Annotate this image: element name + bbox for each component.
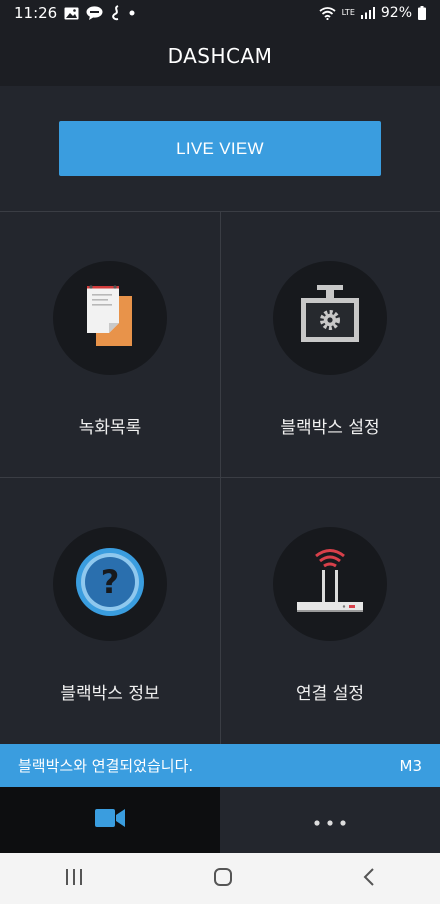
recent-apps-button[interactable]	[65, 868, 83, 889]
connection-toast: 블랙박스와 연결되었습니다. M3	[0, 744, 440, 787]
signal-icon	[360, 7, 375, 19]
menu-item-dashcam-info[interactable]: ? 블랙박스 정보	[0, 478, 220, 744]
menu-item-label: 블랙박스 설정	[280, 418, 380, 438]
device-model: M3	[399, 756, 423, 775]
back-button[interactable]	[363, 867, 375, 890]
toast-message: 블랙박스와 연결되었습니다.	[18, 757, 194, 775]
menu-grid: 녹화목록 블랙박스 설정 ? 블랙박스 정보 연결 설정	[0, 211, 440, 745]
app-notification-icon	[110, 5, 122, 21]
gallery-notification-icon	[64, 7, 79, 20]
live-view-area: LIVE VIEW	[0, 86, 440, 212]
live-view-button[interactable]: LIVE VIEW	[59, 121, 381, 176]
svg-text:?: ?	[101, 563, 120, 601]
menu-item-dashcam-settings[interactable]: 블랙박스 설정	[220, 212, 440, 478]
talk-notification-icon	[86, 6, 103, 20]
question-icon: ?	[74, 546, 146, 622]
network-type: LTE	[341, 8, 355, 17]
dashcam-settings-icon	[295, 281, 365, 355]
status-right: LTE 92%	[319, 5, 426, 21]
menu-item-label: 블랙박스 정보	[60, 684, 160, 704]
menu-item-icon-circle	[273, 527, 387, 641]
menu-item-icon-circle: ?	[53, 527, 167, 641]
menu-item-icon-circle	[53, 261, 167, 375]
app-header: DASHCAM	[0, 26, 440, 86]
battery-icon	[418, 6, 426, 20]
menu-item-label: 녹화목록	[78, 418, 142, 438]
status-left: 11:26	[14, 4, 135, 22]
router-wifi-icon	[292, 544, 368, 624]
bottom-tab-bar	[0, 787, 440, 853]
tab-camera[interactable]	[0, 787, 220, 853]
menu-item-connection-settings[interactable]: 연결 설정	[220, 478, 440, 744]
more-notifications-dot-icon	[129, 10, 135, 16]
video-camera-icon	[95, 808, 125, 832]
tab-more[interactable]	[220, 787, 440, 853]
battery-percentage: 92%	[380, 5, 412, 21]
menu-item-icon-circle	[273, 261, 387, 375]
document-list-icon	[75, 281, 145, 355]
page-title: DASHCAM	[167, 44, 273, 68]
menu-item-label: 연결 설정	[296, 684, 364, 704]
home-button[interactable]	[213, 867, 233, 891]
menu-item-recording-list[interactable]: 녹화목록	[0, 212, 220, 478]
status-bar: 11:26 LTE 92%	[0, 0, 440, 26]
more-dots-icon	[314, 811, 346, 830]
system-navigation-bar	[0, 853, 440, 904]
wifi-icon	[319, 6, 336, 20]
status-time: 11:26	[14, 4, 58, 22]
